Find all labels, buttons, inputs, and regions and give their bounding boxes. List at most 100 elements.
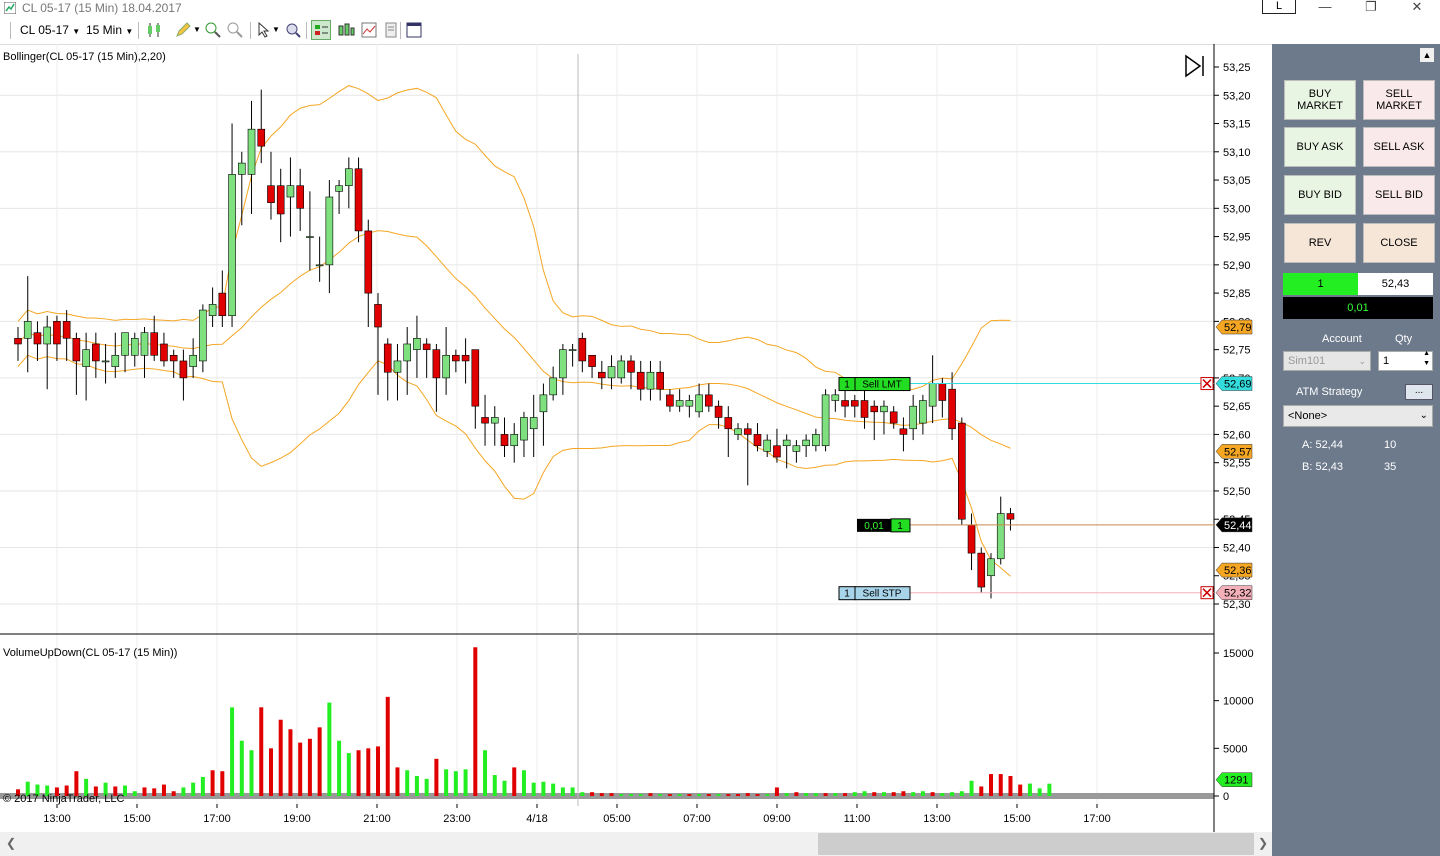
sell-market-button[interactable]: SELL MARKET — [1363, 80, 1435, 120]
instrument-selector[interactable]: CL 05-17 ▼ — [20, 20, 80, 40]
candle-body — [870, 405, 879, 413]
ask-size: 10 — [1384, 439, 1397, 451]
maximize-icon[interactable]: ❐ — [1348, 0, 1394, 16]
volume-bar — [599, 793, 604, 796]
volume-bar — [356, 750, 361, 796]
qty-label: Qty — [1395, 333, 1413, 345]
volume-bar — [531, 782, 536, 796]
price-tick-label: 52,65 — [1223, 401, 1251, 413]
time-tick-label: 17:00 — [203, 813, 231, 825]
candle-body — [325, 196, 334, 266]
candle-body — [481, 417, 489, 424]
rev-button[interactable]: REV — [1284, 223, 1356, 263]
volume-bar — [220, 771, 225, 796]
volume-bar — [171, 791, 176, 796]
chevron-down-icon[interactable]: ▼ — [193, 20, 201, 40]
close-icon[interactable]: ✕ — [1394, 0, 1440, 16]
scrollbar-thumb[interactable] — [818, 833, 1254, 855]
position-qty: 1 — [897, 521, 903, 532]
horizontal-scrollbar[interactable]: ❮ ❯ — [0, 832, 1272, 856]
volume-bar — [745, 793, 750, 796]
scroll-to-end-icon[interactable] — [1185, 54, 1204, 78]
stepper-arrows-icon[interactable]: ▲ ▼ — [1423, 349, 1430, 369]
svg-text:52,44: 52,44 — [1224, 520, 1252, 532]
volume-bar — [395, 767, 400, 796]
candle-body — [374, 304, 382, 328]
zoom-in-icon[interactable] — [204, 21, 222, 39]
cancel-limit-icon[interactable] — [1200, 377, 1214, 391]
chevron-down-icon[interactable]: ▼ — [272, 20, 280, 40]
unrealized-pnl: 0,01 — [1283, 297, 1433, 319]
candle-body — [782, 439, 791, 447]
candle-body — [461, 354, 470, 362]
candle-body — [160, 343, 168, 362]
cancel-stop-icon[interactable] — [1200, 586, 1214, 600]
position-row: 1 52,43 — [1283, 273, 1433, 295]
volume-tick-label: 15000 — [1223, 648, 1254, 660]
candle-body — [724, 417, 733, 430]
grid — [0, 44, 1214, 804]
candle-body — [559, 349, 567, 379]
price-tick-label: 53,05 — [1223, 175, 1251, 187]
position-pnl: 0,01 — [864, 521, 884, 532]
scroll-right-icon[interactable]: ❯ — [1258, 836, 1268, 850]
volume-bar — [765, 794, 770, 796]
candle-body — [539, 394, 548, 413]
price-tick-label: 53,15 — [1223, 119, 1251, 131]
candle-body — [286, 185, 295, 198]
atm-settings-button[interactable]: ... — [1405, 384, 1433, 400]
scroll-left-icon[interactable]: ❮ — [6, 836, 16, 850]
price-tick-label: 52,75 — [1223, 345, 1251, 357]
candle-body — [111, 354, 120, 367]
sell-stop-order[interactable]: 1 Sell STP — [838, 586, 911, 601]
volume-bar — [774, 787, 779, 796]
buy-ask-button[interactable]: BUY ASK — [1284, 127, 1356, 167]
qty-stepper[interactable]: 1 ▲ ▼ — [1378, 349, 1433, 371]
chart-style-icon[interactable] — [360, 21, 378, 39]
time-tick-label: 15:00 — [123, 813, 151, 825]
account-value: Sim101 — [1288, 355, 1326, 367]
svg-text:52,32: 52,32 — [1224, 588, 1252, 600]
candlestick-icon[interactable] — [146, 21, 164, 39]
panel-icon[interactable] — [405, 21, 423, 39]
chevron-down-icon: ⌄ — [1358, 356, 1366, 366]
account-select[interactable]: Sim101 ⌄ — [1283, 351, 1371, 371]
candle-body — [880, 405, 888, 413]
sell-bid-button[interactable]: SELL BID — [1363, 175, 1435, 215]
volume-bar — [317, 727, 322, 796]
bid-size: 35 — [1384, 461, 1397, 473]
candle-body — [422, 343, 431, 350]
interval-selector[interactable]: 15 Min ▼ — [86, 20, 133, 40]
sell-ask-button[interactable]: SELL ASK — [1363, 127, 1435, 167]
chart-trader-icon[interactable] — [311, 20, 331, 40]
pencil-icon[interactable] — [174, 21, 192, 39]
buy-market-button[interactable]: BUY MARKET — [1284, 80, 1356, 120]
bars-icon[interactable] — [337, 21, 355, 39]
sell-limit-order[interactable]: 1 Sell LMT — [838, 377, 911, 392]
volume-bar — [502, 780, 507, 796]
close-button[interactable]: CLOSE — [1363, 223, 1435, 263]
candle-body — [675, 400, 684, 407]
volume-bar — [405, 770, 410, 796]
atm-strategy-select[interactable]: <None> ⌄ — [1283, 405, 1433, 427]
volume-bar — [453, 771, 458, 796]
panel-scroll-up-icon[interactable]: ▲ — [1420, 48, 1434, 62]
candle-body — [617, 360, 626, 379]
bid-label: B: 52,43 — [1302, 461, 1343, 473]
price-tick-label: 52,55 — [1223, 458, 1251, 470]
volume-bar — [307, 738, 312, 796]
zoom-out-icon[interactable] — [226, 21, 244, 39]
volume-bar — [755, 794, 760, 796]
layout-button[interactable]: L — [1262, 0, 1296, 14]
time-tick-label: 05:00 — [603, 813, 631, 825]
svg-text:52,36: 52,36 — [1224, 565, 1252, 577]
buy-bid-button[interactable]: BUY BID — [1284, 175, 1356, 215]
volume-bar — [881, 792, 886, 796]
properties-icon[interactable] — [382, 21, 400, 39]
chart-area[interactable]: Bollinger(CL 05-17 (15 Min),2,20) Volume… — [0, 44, 1272, 832]
volume-bar — [726, 794, 731, 796]
minimize-icon[interactable]: — — [1302, 0, 1348, 16]
volume-bar — [784, 793, 789, 796]
magnifier-icon[interactable] — [284, 21, 302, 39]
candle-body — [169, 354, 178, 362]
